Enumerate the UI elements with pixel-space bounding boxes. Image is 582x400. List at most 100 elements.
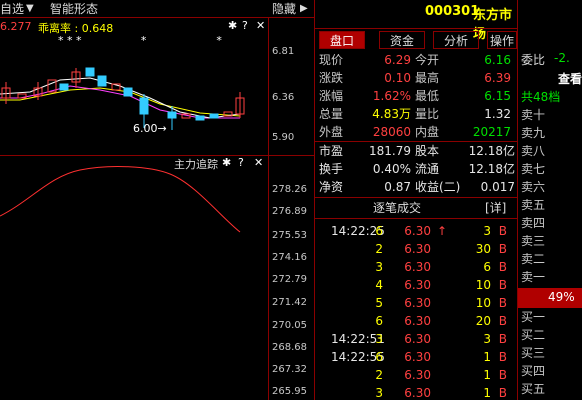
tab-operation[interactable]: 操作 [487, 31, 517, 49]
quote-value: 0.40% [372, 162, 411, 176]
indicator-tick: 268.68 [272, 342, 307, 353]
chart-area: 自选 ▼ 智能形态 隐藏 ▶ 6.277 乖离率 : 0.648 ✱ ? ✕ *… [0, 0, 315, 400]
tab-order-book[interactable]: 盘口 [319, 31, 365, 49]
trade-volume: 30 [475, 242, 491, 256]
buy-level-label: 买一 [521, 310, 546, 324]
quote-value: 28060 [372, 125, 411, 139]
sell-level-label: 卖二 [521, 252, 546, 266]
kline-panel[interactable]: 6.277 乖离率 : 0.648 ✱ ? ✕ * * * * * 6.00→ … [0, 18, 315, 155]
watchlist-select[interactable]: 自选 [0, 1, 24, 17]
quote-label: 量比 [415, 107, 440, 121]
quote-label: 最低 [415, 89, 440, 103]
trade-count: 3 [375, 332, 383, 346]
trade-side: B [498, 296, 507, 310]
indicator-tick: 271.42 [272, 297, 307, 308]
quote-value: 0.10 [384, 71, 411, 85]
trade-price: 6.30 [404, 314, 431, 328]
price-tick: 6.81 [272, 46, 295, 57]
quote-label: 流通 [415, 162, 440, 176]
weibi-value: -2. [554, 51, 570, 65]
quote-label: 换手 [319, 162, 344, 176]
sell-level-label: 卖一 [521, 270, 546, 284]
trade-side: B [498, 350, 507, 364]
quote-value: 1.62% [372, 89, 411, 103]
sell-level-label: 卖七 [521, 162, 546, 176]
price-tick: 6.36 [272, 92, 295, 103]
price-tick: 5.90 [272, 132, 295, 143]
indicator-tick: 274.16 [272, 252, 307, 263]
indicator-panel[interactable]: 主力追踪 ✱ ? ✕ 278.26 276.89 275.53 274.16 272.7… [0, 155, 315, 400]
buy-level-label: 买二 [521, 328, 546, 342]
sell-level-label: 卖十 [521, 108, 546, 122]
collapse-icon[interactable]: ▶ [300, 1, 308, 17]
trade-count: 6 [375, 350, 383, 364]
quote-label: 涨跌 [319, 71, 344, 85]
trade-count: 2 [375, 242, 383, 256]
quote-value: 0.017 [480, 180, 515, 194]
trade-side: B [498, 368, 507, 382]
trade-arrow-icon [435, 348, 447, 366]
quote-value: 12.18亿 [468, 144, 515, 158]
trade-price: 6.30 [404, 278, 431, 292]
quote-value: 6.39 [484, 71, 511, 85]
trade-count: 2 [375, 368, 383, 382]
weibi-label: 委比 [521, 53, 546, 67]
quote-panel: 000301 东方市场 盘口 资金 分析 操作 现价 6.29 今开 6.16 涨跌 0.… [315, 0, 517, 400]
trade-price: 6.30 [404, 368, 431, 382]
trade-volume: 6 [483, 260, 491, 274]
quote-value: 6.15 [484, 89, 511, 103]
ratio-value: 49% [548, 290, 575, 304]
sell-level-label: 卖四 [521, 216, 546, 230]
stock-code: 000301 [425, 4, 480, 19]
trade-price: 6.30 [404, 350, 431, 364]
dropdown-icon[interactable]: ▼ [26, 1, 34, 17]
trade-count: 3 [375, 386, 383, 400]
trade-volume: 10 [475, 296, 491, 310]
trade-volume: 1 [483, 368, 491, 382]
buy-level-label: 买三 [521, 346, 546, 360]
indicator-axis-line [268, 156, 269, 400]
quote-label: 市盈 [319, 144, 344, 158]
trade-side: B [498, 242, 507, 256]
tab-analysis[interactable]: 分析 [433, 31, 479, 49]
indicator-tick: 275.53 [272, 230, 307, 241]
trade-arrow-icon [435, 276, 447, 294]
trade-price: 6.30 [404, 386, 431, 400]
trade-price: 6.30 [404, 224, 431, 238]
trade-side: B [498, 386, 507, 400]
indicator-tick: 278.26 [272, 184, 307, 195]
quote-value: 1.32 [484, 107, 511, 121]
indicator-tick: 270.05 [272, 320, 307, 331]
quote-label: 今开 [415, 53, 440, 67]
quote-value: 4.83万 [372, 107, 411, 121]
sell-level-label: 卖三 [521, 234, 546, 248]
quote-label: 涨幅 [319, 89, 344, 103]
trade-volume: 3 [483, 332, 491, 346]
quote-value: 0.87 [384, 180, 411, 194]
trade-price: 6.30 [404, 296, 431, 310]
tab-funds[interactable]: 资金 [379, 31, 425, 49]
trade-volume: 1 [483, 386, 491, 400]
indicator-line [0, 166, 241, 233]
trade-price: 6.30 [404, 242, 431, 256]
smart-pattern-button[interactable]: 智能形态 [50, 1, 98, 17]
sell-level-label: 卖九 [521, 126, 546, 140]
trade-volume: 20 [475, 314, 491, 328]
total-levels-label: 共48档 [521, 90, 561, 104]
view-button[interactable]: 查看 [558, 70, 582, 87]
sell-level-label: 卖八 [521, 144, 546, 158]
trade-arrow-icon [435, 312, 447, 330]
trade-volume: 3 [483, 224, 491, 238]
trades-detail-link[interactable]: [详] [485, 199, 506, 216]
trades-title: 逐笔成交 [373, 201, 422, 215]
trade-arrow-icon [435, 330, 447, 348]
buy-level-label: 买四 [521, 364, 546, 378]
trade-count: 5 [375, 296, 383, 310]
indicator-tick: 276.89 [272, 206, 307, 217]
quote-label: 股本 [415, 144, 440, 158]
hide-button[interactable]: 隐藏 [272, 1, 296, 17]
quote-label: 净资 [319, 180, 344, 194]
trade-side: B [498, 224, 507, 238]
trade-volume: 1 [483, 350, 491, 364]
trade-side: B [498, 314, 507, 328]
